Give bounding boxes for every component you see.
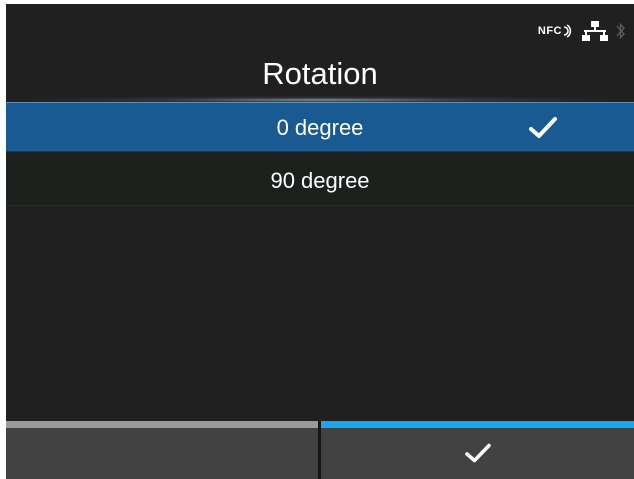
option-list: 0 degree 90 degree <box>6 102 634 210</box>
confirm-button[interactable] <box>321 421 634 479</box>
nfc-waves-icon <box>563 24 572 38</box>
network-icon <box>582 20 608 42</box>
nfc-label: NFC <box>537 25 562 37</box>
soft-key-bar <box>6 421 634 479</box>
nfc-icon: NFC <box>538 24 574 38</box>
printer-screen: NFC Rotation 0 degree 90 degree <box>6 4 634 479</box>
status-bar: NFC <box>538 12 626 50</box>
option-label: 90 degree <box>270 168 370 193</box>
selected-check-icon <box>529 117 557 138</box>
check-icon <box>464 443 491 463</box>
option-0-degree[interactable]: 0 degree <box>6 102 634 152</box>
option-90-degree[interactable]: 90 degree <box>6 156 634 206</box>
page-title: Rotation <box>262 56 378 91</box>
soft-key-left[interactable] <box>6 421 318 479</box>
bluetooth-icon <box>616 21 626 41</box>
